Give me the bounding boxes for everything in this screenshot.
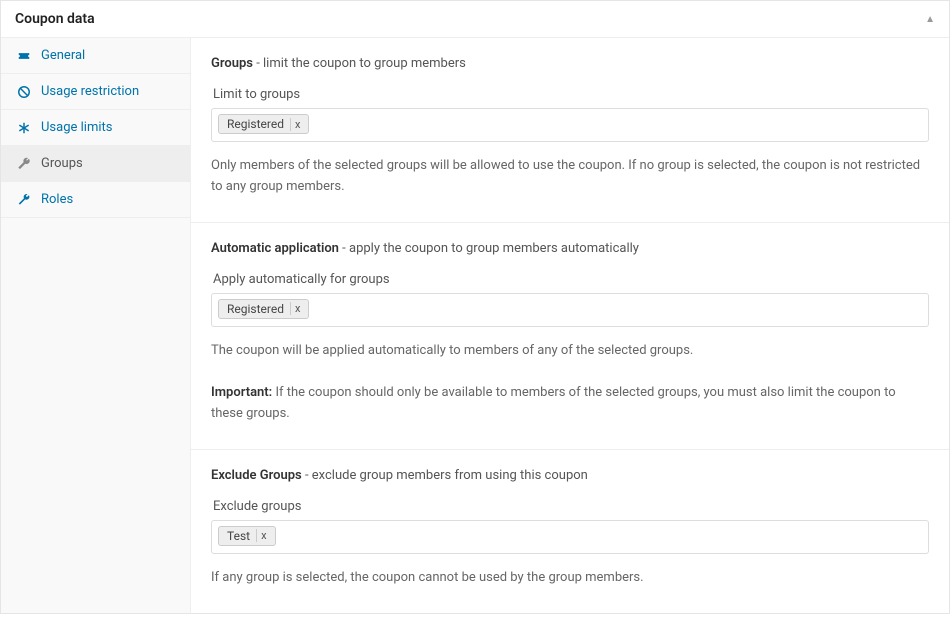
auto-help-text: The coupon will be applied automatically… bbox=[211, 341, 929, 362]
asterisk-icon bbox=[15, 121, 33, 135]
exclude-groups-input[interactable]: Test x bbox=[211, 520, 929, 554]
tag-label: Test bbox=[227, 529, 250, 543]
tag-label: Registered bbox=[227, 117, 284, 131]
remove-tag-button[interactable]: x bbox=[290, 302, 304, 315]
panel-title: Coupon data bbox=[15, 11, 95, 27]
panel-header: Coupon data ▲ bbox=[1, 1, 949, 38]
section-title: Groups - limit the coupon to group membe… bbox=[211, 56, 929, 71]
sidebar-item-label: Usage limits bbox=[41, 120, 112, 135]
group-tag-test: Test x bbox=[218, 526, 276, 546]
wrench-icon bbox=[15, 193, 33, 207]
group-tag-registered: Registered x bbox=[218, 299, 309, 319]
ban-icon bbox=[15, 85, 33, 99]
remove-tag-button[interactable]: x bbox=[290, 118, 304, 131]
section-limit-groups: Groups - limit the coupon to group membe… bbox=[191, 38, 949, 223]
content-area: Groups - limit the coupon to group membe… bbox=[191, 38, 949, 613]
sidebar-item-label: Roles bbox=[41, 192, 73, 207]
tag-label: Registered bbox=[227, 302, 284, 316]
collapse-toggle[interactable]: ▲ bbox=[925, 14, 935, 25]
section-auto-application: Automatic application - apply the coupon… bbox=[191, 223, 949, 450]
sidebar-item-roles[interactable]: Roles bbox=[1, 182, 190, 218]
auto-groups-input[interactable]: Registered x bbox=[211, 293, 929, 327]
remove-tag-button[interactable]: x bbox=[256, 529, 270, 542]
coupon-data-panel: Coupon data ▲ General Usage restriction bbox=[0, 0, 950, 614]
sidebar-item-label: Usage restriction bbox=[41, 84, 139, 99]
exclude-help-text: If any group is selected, the coupon can… bbox=[211, 568, 929, 589]
ticket-icon bbox=[15, 49, 33, 63]
limit-groups-label: Limit to groups bbox=[211, 87, 929, 102]
section-title: Automatic application - apply the coupon… bbox=[211, 241, 929, 256]
sidebar-item-usage-limits[interactable]: Usage limits bbox=[1, 110, 190, 146]
panel-body: General Usage restriction Usage limits bbox=[1, 38, 949, 613]
limit-help-text: Only members of the selected groups will… bbox=[211, 156, 929, 198]
sidebar-item-label: General bbox=[41, 48, 85, 63]
sidebar-item-general[interactable]: General bbox=[1, 38, 190, 74]
exclude-groups-label: Exclude groups bbox=[211, 499, 929, 514]
auto-groups-label: Apply automatically for groups bbox=[211, 272, 929, 287]
auto-important-text: Important: If the coupon should only be … bbox=[211, 383, 929, 425]
sidebar-item-usage-restriction[interactable]: Usage restriction bbox=[1, 74, 190, 110]
sidebar-item-groups[interactable]: Groups bbox=[1, 146, 190, 182]
section-exclude-groups: Exclude Groups - exclude group members f… bbox=[191, 450, 949, 613]
wrench-icon bbox=[15, 157, 33, 171]
sidebar-item-label: Groups bbox=[41, 156, 83, 171]
limit-groups-input[interactable]: Registered x bbox=[211, 108, 929, 142]
sidebar: General Usage restriction Usage limits bbox=[1, 38, 191, 613]
section-title: Exclude Groups - exclude group members f… bbox=[211, 468, 929, 483]
group-tag-registered: Registered x bbox=[218, 114, 309, 134]
